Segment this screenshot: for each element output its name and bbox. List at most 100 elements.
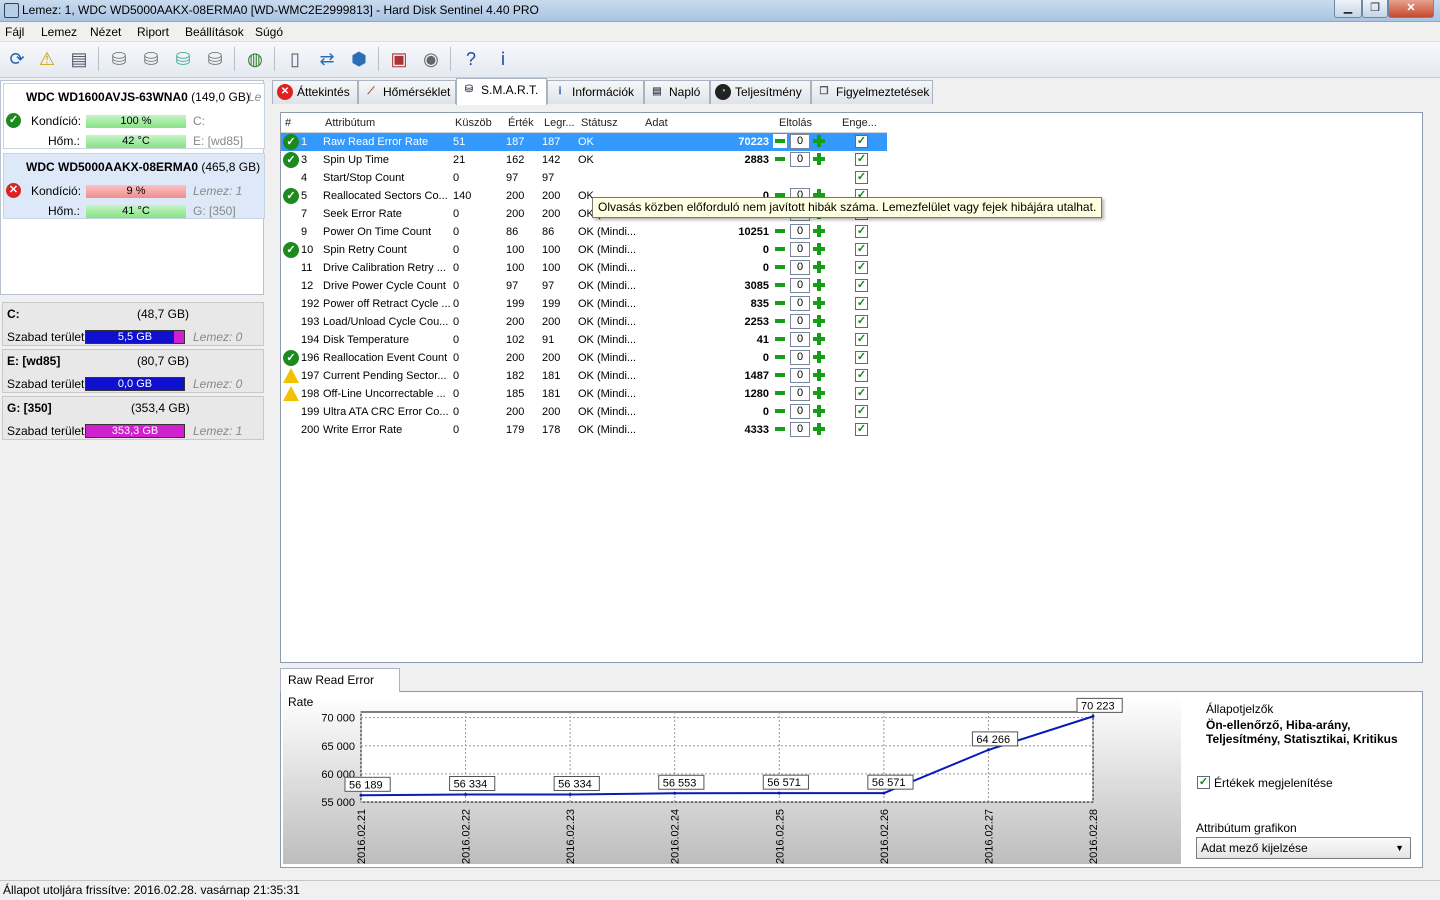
minimize-button[interactable]: ▁	[1334, 0, 1362, 18]
enable-checkbox[interactable]: ✓	[855, 315, 868, 328]
header-worst[interactable]: Legr...	[544, 117, 575, 129]
menu-settings[interactable]: Beállítások	[185, 25, 244, 39]
increase-button[interactable]	[812, 134, 826, 148]
increase-button[interactable]	[812, 422, 826, 436]
table-row[interactable]: 194 Disk Temperature 0 102 91 OK (Mindi... 41 0…	[281, 331, 887, 349]
table-row[interactable]: 199 Ultra ATA CRC Error Co... 0 200 200 OK (M…	[281, 403, 887, 421]
table-row[interactable]: ✓ 1 Raw Read Error Rate 51 187 187 OK 70223 0 ✓	[281, 133, 887, 151]
table-row[interactable]: ✓ 10 Spin Retry Count 0 100 100 OK (Mindi... 0 0…	[281, 241, 887, 259]
header-data[interactable]: Adat	[645, 117, 668, 129]
offset-field[interactable]: 0	[790, 314, 810, 329]
increase-button[interactable]	[812, 152, 826, 166]
report-icon[interactable]: ▯	[282, 46, 308, 72]
offset-field[interactable]: 0	[790, 242, 810, 257]
disk-entry-1[interactable]: WDC WD5000AAKX-08ERMA0 (465,8 GB) ✕ Kond…	[3, 153, 265, 219]
header-status[interactable]: Státusz	[581, 117, 618, 129]
offset-field[interactable]: 0	[790, 368, 810, 383]
network-icon[interactable]: ⬢	[346, 46, 372, 72]
enable-checkbox[interactable]: ✓	[855, 153, 868, 166]
volume-e[interactable]: E: [wd85] (80,7 GB) Szabad terület 0,0 G…	[2, 349, 264, 393]
menu-report[interactable]: Riport	[137, 25, 169, 39]
volume-g[interactable]: G: [350] (353,4 GB) Szabad terület 353,3…	[2, 396, 264, 440]
tab-temperature[interactable]: ⟋ Hőmérséklet	[358, 80, 456, 104]
offset-field[interactable]: 0	[790, 260, 810, 275]
disk-entry-0[interactable]: WDC WD1600AVJS-63WNA0 (149,0 GB) Le ✓ Ko…	[3, 83, 265, 149]
offset-field[interactable]: 0	[790, 404, 810, 419]
header-threshold[interactable]: Küszöb	[455, 117, 492, 129]
tab-information[interactable]: ⅰ Információk	[547, 80, 644, 104]
offset-field[interactable]: 0	[790, 422, 810, 437]
increase-button[interactable]	[812, 332, 826, 346]
menu-help[interactable]: Súgó	[255, 25, 283, 39]
volume-c[interactable]: C: (48,7 GB) Szabad terület 5,5 GB Lemez…	[2, 302, 264, 346]
globe-icon[interactable]: ◍	[242, 46, 268, 72]
disk-ok-icon[interactable]: ⛁	[170, 46, 196, 72]
maximize-button[interactable]: ❐	[1362, 0, 1388, 18]
increase-button[interactable]	[812, 296, 826, 310]
enable-checkbox[interactable]: ✓	[855, 405, 868, 418]
header-enable[interactable]: Enge...	[842, 117, 877, 129]
menu-view[interactable]: Nézet	[90, 25, 121, 39]
offset-field[interactable]: 0	[790, 386, 810, 401]
graph-select[interactable]: Adat mező kijelzése ▼	[1196, 837, 1411, 859]
enable-checkbox[interactable]: ✓	[855, 423, 868, 436]
disk-test-icon[interactable]: ⛁	[106, 46, 132, 72]
tab-performance[interactable]: ◔ Teljesítmény	[710, 80, 811, 104]
offset-field[interactable]: 0	[790, 134, 810, 149]
menu-file[interactable]: Fájl	[5, 25, 24, 39]
enable-checkbox[interactable]: ✓	[855, 351, 868, 364]
table-row[interactable]: 198 Off-Line Uncorrectable ... 0 185 181 OK (…	[281, 385, 887, 403]
enable-checkbox[interactable]: ✓	[855, 261, 868, 274]
table-row[interactable]: 192 Power off Retract Cycle ... 0 199 199 OK …	[281, 295, 887, 313]
table-row[interactable]: 12 Drive Power Cycle Count 0 97 97 OK (Mindi.…	[281, 277, 887, 295]
offset-field[interactable]: 0	[790, 224, 810, 239]
enable-checkbox[interactable]: ✓	[855, 279, 868, 292]
table-row[interactable]: 197 Current Pending Sector... 0 182 181 OK (M…	[281, 367, 887, 385]
enable-checkbox[interactable]: ✓	[855, 135, 868, 148]
tab-overview[interactable]: ✕ Áttekintés	[272, 80, 358, 104]
close-button[interactable]: ✕	[1388, 0, 1434, 18]
tab-alerts[interactable]: ❐ Figyelmeztetések	[811, 80, 933, 104]
alert-icon[interactable]: ⚠	[34, 46, 60, 72]
decrease-button[interactable]	[773, 278, 787, 292]
table-row[interactable]: 9 Power On Time Count 0 86 86 OK (Mindi... 102…	[281, 223, 887, 241]
show-values-checkbox[interactable]: ✓	[1197, 776, 1210, 789]
offset-field[interactable]: 0	[790, 296, 810, 311]
header-value[interactable]: Érték	[508, 117, 534, 129]
table-row[interactable]: ✓ 196 Reallocation Event Count 0 200 200 OK (M…	[281, 349, 887, 367]
decrease-button[interactable]	[773, 152, 787, 166]
menu-disk[interactable]: Lemez	[41, 25, 77, 39]
increase-button[interactable]	[812, 404, 826, 418]
offset-field[interactable]: 0	[790, 278, 810, 293]
decrease-button[interactable]	[773, 422, 787, 436]
decrease-button[interactable]	[773, 314, 787, 328]
enable-checkbox[interactable]: ✓	[855, 387, 868, 400]
decrease-button[interactable]	[773, 386, 787, 400]
enable-checkbox[interactable]: ✓	[855, 297, 868, 310]
info-icon[interactable]: ⅰ	[490, 46, 516, 72]
offset-field[interactable]: 0	[790, 350, 810, 365]
disk-tools-icon[interactable]: ⛁	[202, 46, 228, 72]
decrease-button[interactable]	[773, 242, 787, 256]
increase-button[interactable]	[812, 278, 826, 292]
increase-button[interactable]	[812, 368, 826, 382]
decrease-button[interactable]	[773, 332, 787, 346]
increase-button[interactable]	[812, 260, 826, 274]
enable-checkbox[interactable]: ✓	[855, 225, 868, 238]
decrease-button[interactable]	[773, 224, 787, 238]
table-row[interactable]: ✓ 3 Spin Up Time 21 162 142 OK 2883 0 ✓	[281, 151, 887, 169]
offset-field[interactable]: 0	[790, 332, 810, 347]
help-icon[interactable]: ?	[458, 46, 484, 72]
chart-tab[interactable]: Raw Read Error Rate	[280, 668, 400, 709]
table-row[interactable]: 11 Drive Calibration Retry ... 0 100 100 OK (…	[281, 259, 887, 277]
enable-checkbox[interactable]: ✓	[855, 369, 868, 382]
enable-checkbox[interactable]: ✓	[855, 333, 868, 346]
table-row[interactable]: 193 Load/Unload Cycle Cou... 0 200 200 OK (Mi…	[281, 313, 887, 331]
decrease-button[interactable]	[773, 296, 787, 310]
enable-checkbox[interactable]: ✓	[855, 243, 868, 256]
table-row[interactable]: 200 Write Error Rate 0 179 178 OK (Mindi... 43…	[281, 421, 887, 439]
increase-button[interactable]	[812, 242, 826, 256]
sound-icon[interactable]: ◉	[418, 46, 444, 72]
increase-button[interactable]	[812, 350, 826, 364]
increase-button[interactable]	[812, 386, 826, 400]
